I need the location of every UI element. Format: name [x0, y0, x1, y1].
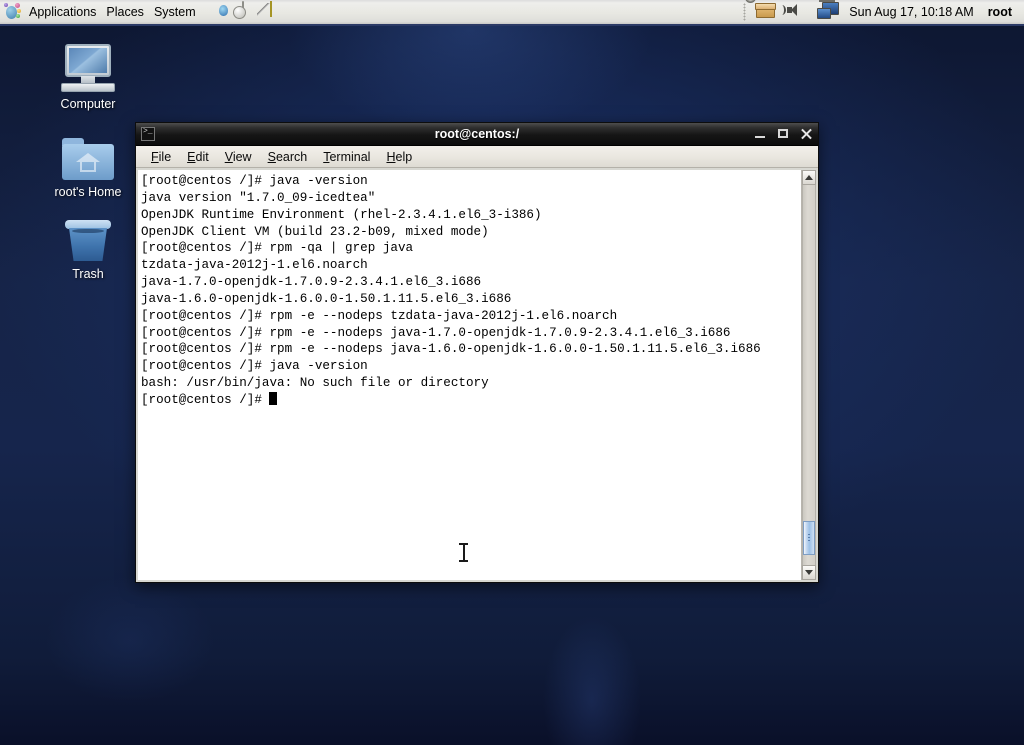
terminal-line: java-1.6.0-openjdk-1.6.0.0-1.50.1.11.5.e… [141, 291, 512, 306]
sound-wave-icon [778, 5, 787, 15]
desktop-icon-home[interactable]: root's Home [33, 130, 143, 200]
tray-separator [743, 3, 747, 21]
menu-help[interactable]: Help [379, 149, 419, 165]
top-panel: Applications Places System Sun Aug 17, 1… [0, 0, 1024, 26]
clock[interactable]: Sun Aug 17, 10:18 AM [849, 5, 973, 19]
terminal-output[interactable]: [root@centos /]# java -version java versi… [138, 170, 801, 580]
scrollbar-thumb[interactable] [803, 521, 815, 555]
applications-menu-label: Applications [29, 5, 97, 19]
scrollbar-up-button[interactable] [802, 170, 816, 185]
terminal-line: [root@centos /]# rpm -e --nodeps java-1.… [141, 325, 731, 340]
system-menu-label: System [153, 5, 196, 19]
system-tray [743, 0, 840, 22]
terminal-cursor [269, 391, 278, 405]
window-frame: root@centos:/ File Edit View Search Term… [135, 122, 819, 583]
gnome-foot-icon [4, 3, 22, 21]
notes-icon [269, 1, 272, 17]
terminal-line: [root@centos /]# rpm -e --nodeps java-1.… [141, 342, 761, 357]
scrollbar-track[interactable] [802, 185, 816, 565]
terminal-line: tzdata-java-2012j-1.el6.noarch [141, 258, 368, 273]
window-controls [754, 128, 812, 140]
desktop-icon-computer[interactable]: Computer [33, 42, 143, 112]
menu-file[interactable]: File [144, 149, 178, 165]
desktop-icon-label: Computer [60, 97, 116, 111]
terminal-scrollbar[interactable] [801, 170, 816, 580]
terminal-line: bash: /usr/bin/java: No such file or dir… [141, 376, 489, 391]
terminal-line: [root@centos /]# java -version [141, 174, 368, 188]
chevron-up-icon [805, 175, 813, 180]
terminal-prompt-line: [root@centos /]# [141, 391, 801, 409]
user-menu[interactable]: root [988, 5, 1012, 19]
terminal-body: [root@centos /]# java -version java versi… [136, 168, 818, 582]
menu-search[interactable]: Search [261, 149, 315, 165]
close-button[interactable] [800, 128, 812, 140]
desktop[interactable]: Applications Places System Sun Aug 17, 1… [0, 0, 1024, 745]
window-title: root@centos:/ [434, 127, 520, 141]
terminal-line: OpenJDK Runtime Environment (rhel-2.3.4.… [141, 207, 542, 222]
terminal-line: [root@centos /]# java -version [141, 359, 368, 374]
minimize-button[interactable] [754, 128, 766, 140]
places-menu-label: Places [106, 5, 144, 19]
maximize-button[interactable] [777, 128, 789, 140]
trash-icon [33, 212, 143, 264]
terminal-window[interactable]: root@centos:/ File Edit View Search Term… [135, 122, 819, 583]
terminal-line: OpenJDK Client VM (build 23.2-b09, mixed… [141, 224, 489, 239]
home-folder-icon [33, 130, 143, 182]
terminal-line: java-1.7.0-openjdk-1.7.0.9-2.3.4.1.el6_3… [141, 275, 482, 290]
places-menu[interactable]: Places [102, 0, 150, 24]
window-titlebar[interactable]: root@centos:/ [136, 123, 818, 146]
scrollbar-down-button[interactable] [802, 565, 816, 580]
desktop-icon-label: root's Home [54, 185, 122, 199]
terminal-line: [root@centos /]# rpm -e --nodeps tzdata-… [141, 308, 618, 323]
package-updater-icon[interactable] [745, 0, 777, 22]
menu-terminal[interactable]: Terminal [316, 149, 377, 165]
applications-menu[interactable]: Applications [0, 0, 102, 24]
terminal-app-icon[interactable] [141, 127, 155, 141]
chevron-down-icon [805, 570, 813, 575]
terminal-line: [root@centos /]# rpm -qa | grep java [141, 241, 414, 256]
gear-icon [745, 0, 757, 3]
menu-edit[interactable]: Edit [180, 149, 216, 165]
system-menu[interactable]: System [150, 0, 202, 24]
panel-launchers [214, 0, 292, 24]
menu-bar: File Edit View Search Terminal Help [136, 146, 818, 168]
terminal-line: java version "1.7.0_09-icedtea" [141, 190, 376, 205]
menu-view[interactable]: View [218, 149, 259, 165]
evolution-icon [241, 1, 244, 17]
desktop-icon-trash[interactable]: Trash [33, 212, 143, 282]
notes-launcher[interactable] [269, 0, 292, 24]
network-icon[interactable] [817, 0, 840, 22]
volume-icon[interactable] [784, 2, 808, 22]
computer-icon [33, 42, 143, 94]
desktop-icon-label: Trash [72, 267, 104, 281]
